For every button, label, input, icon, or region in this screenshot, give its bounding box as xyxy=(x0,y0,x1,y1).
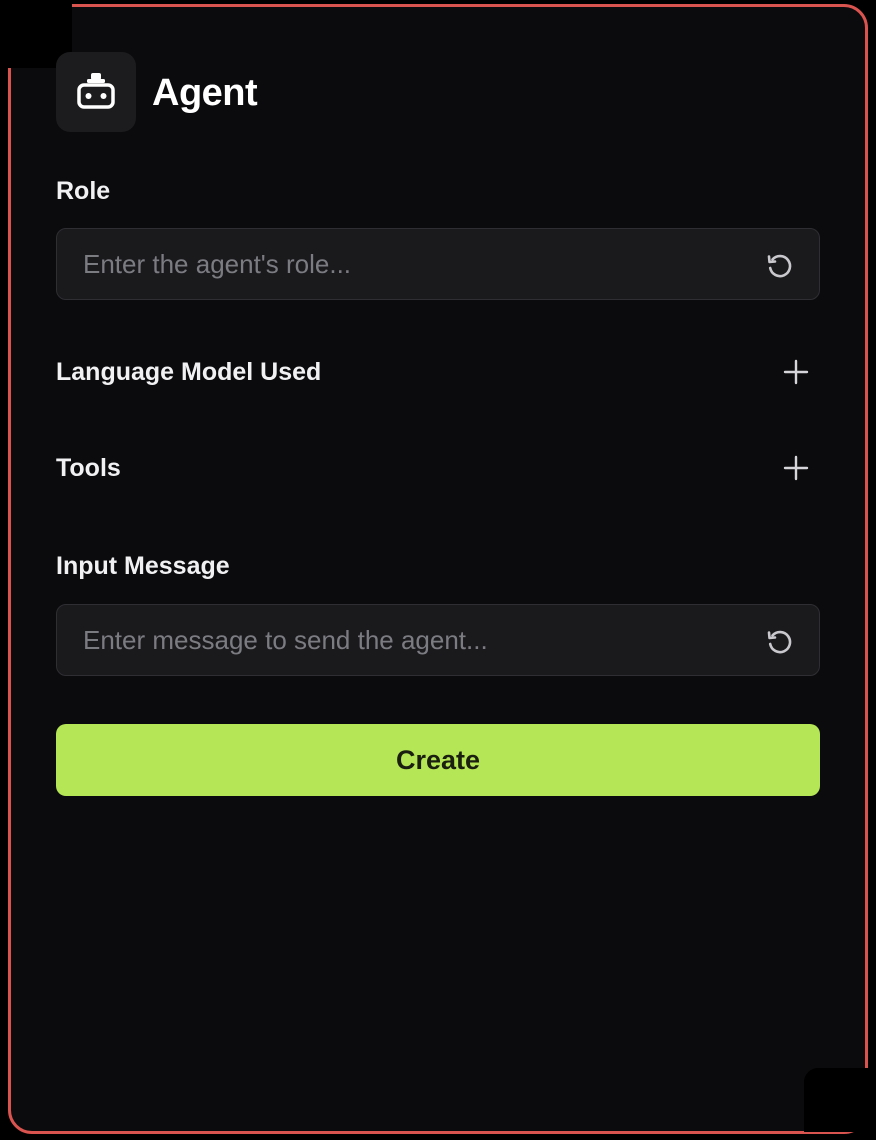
role-field[interactable] xyxy=(56,228,820,300)
language-model-label: Language Model Used xyxy=(56,358,322,386)
reset-icon xyxy=(767,254,792,278)
plus-icon xyxy=(783,359,809,385)
corner-mask xyxy=(804,1068,868,1132)
input-message-field[interactable] xyxy=(56,604,820,676)
robot-icon xyxy=(77,73,115,109)
add-tool-button[interactable] xyxy=(780,452,812,484)
agent-icon-tile xyxy=(56,52,136,132)
plus-icon xyxy=(783,455,809,481)
create-button[interactable]: Create xyxy=(56,724,820,796)
input-message-input[interactable] xyxy=(57,605,737,675)
panel-title: Agent xyxy=(152,72,258,114)
add-language-model-button[interactable] xyxy=(780,356,812,388)
tools-label: Tools xyxy=(56,454,121,482)
role-input[interactable] xyxy=(57,229,737,299)
reset-icon xyxy=(767,630,792,654)
role-reset-button[interactable] xyxy=(763,249,797,283)
input-message-label: Input Message xyxy=(56,552,230,580)
role-label: Role xyxy=(56,177,111,205)
input-message-reset-button[interactable] xyxy=(763,625,797,659)
